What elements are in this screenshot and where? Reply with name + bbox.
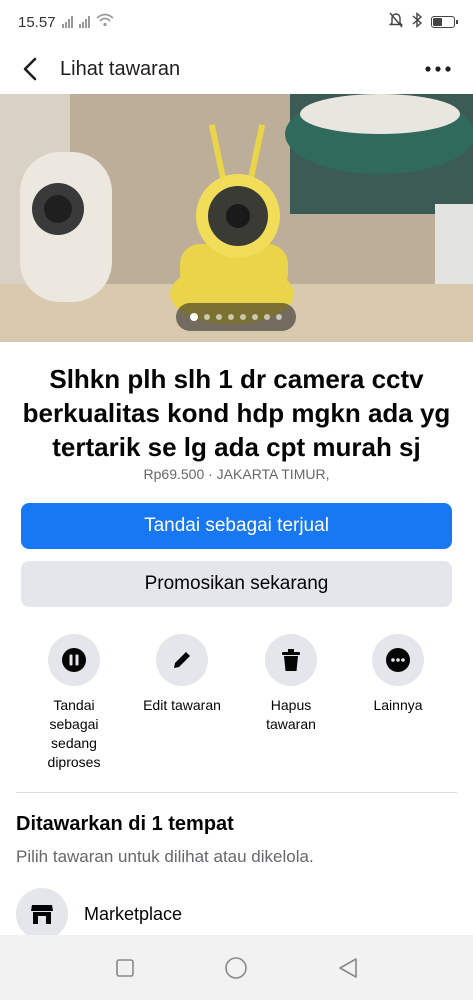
pagination-dot[interactable] [228, 314, 234, 320]
battery-icon [431, 16, 458, 28]
offered-section-subtitle: Pilih tawaran untuk dilihat atau dikelol… [16, 847, 314, 866]
marketplace-icon [16, 888, 68, 940]
listing-title: Slhkn plh slh 1 dr camera cctv berkualit… [22, 364, 451, 462]
pagination-dot[interactable] [190, 313, 198, 321]
pagination-dot[interactable] [240, 314, 246, 320]
back-button[interactable] [0, 44, 60, 94]
top-nav: Lihat tawaran [0, 44, 473, 94]
delete-label: Hapus tawaran [266, 697, 316, 732]
recent-apps-icon[interactable] [115, 958, 135, 978]
pagination-dot[interactable] [264, 314, 270, 320]
edit-action[interactable]: Edit tawaran [132, 634, 232, 715]
marketplace-label: Marketplace [84, 903, 183, 924]
promote-button[interactable]: Promosikan sekarang [21, 561, 452, 607]
delete-action[interactable]: Hapus tawaran [241, 634, 341, 734]
mark-pending-label: Tandai sebagai sedang diproses [47, 697, 101, 770]
status-time: 15.57 [18, 13, 56, 31]
signal-icon [61, 16, 73, 28]
home-icon[interactable] [224, 956, 248, 980]
page-title: Lihat tawaran [60, 57, 181, 80]
pagination-dot[interactable] [204, 314, 210, 320]
action-row: Tandai sebagai sedang diproses Edit tawa… [0, 634, 473, 774]
edit-label: Edit tawaran [143, 697, 221, 713]
trash-icon[interactable] [265, 634, 317, 686]
pause-icon[interactable] [48, 634, 100, 686]
photo-pagination [176, 303, 296, 331]
signal-icon-2 [78, 16, 90, 28]
marketplace-item[interactable]: Marketplace [16, 888, 182, 940]
bluetooth-icon [411, 11, 423, 32]
listing-price-location: Rp69.500 · JAKARTA TIMUR, [143, 466, 330, 482]
mark-pending-action[interactable]: Tandai sebagai sedang diproses [24, 634, 124, 772]
chevron-left-icon [23, 57, 37, 81]
white-camera-image [20, 152, 112, 302]
section-divider [16, 792, 457, 793]
pagination-dot[interactable] [216, 314, 222, 320]
more-label: Lainnya [373, 697, 423, 713]
more-icon[interactable] [372, 634, 424, 686]
offered-section-title: Ditawarkan di 1 tempat [16, 813, 234, 835]
system-nav-bar [0, 935, 473, 1000]
status-bar: 15.57 [0, 0, 473, 44]
more-options-button[interactable] [403, 44, 473, 94]
back-triangle-icon[interactable] [337, 957, 359, 979]
pencil-icon[interactable] [156, 634, 208, 686]
pagination-dot[interactable] [252, 314, 258, 320]
mark-sold-button[interactable]: Tandai sebagai terjual [21, 503, 452, 549]
mute-icon [388, 12, 404, 32]
pagination-dot[interactable] [276, 314, 282, 320]
more-horizontal-icon [425, 66, 451, 72]
more-action[interactable]: Lainnya [348, 634, 448, 715]
wifi-icon [95, 13, 114, 31]
